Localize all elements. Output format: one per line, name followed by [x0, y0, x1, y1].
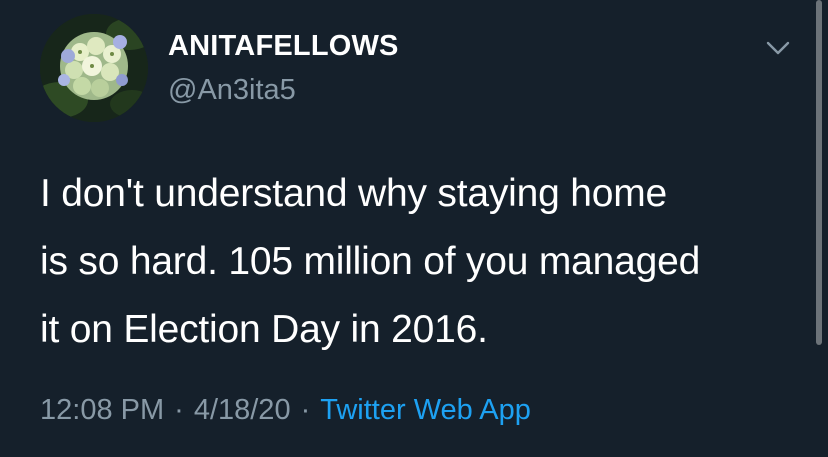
tweet-card: ANITAFELLOWS @An3ita5 I don't understand…: [0, 0, 828, 457]
tweet-date[interactable]: 4/18/20: [194, 394, 291, 426]
meta-separator: ·: [300, 394, 311, 426]
scrollbar[interactable]: [816, 0, 822, 345]
user-handle[interactable]: @An3ita5: [168, 74, 296, 107]
tweet-text-line: is so hard. 105 million of you managed: [40, 240, 701, 283]
tweet-meta: 12:08 PM · 4/18/20 · Twitter Web App: [40, 394, 531, 427]
display-name[interactable]: ANITAFELLOWS: [168, 30, 399, 63]
tweet-time[interactable]: 12:08 PM: [40, 394, 164, 426]
chevron-down-icon[interactable]: [762, 34, 794, 62]
tweet-text-line: it on Election Day in 2016.: [40, 308, 488, 351]
avatar[interactable]: [40, 14, 148, 122]
tweet-text-line: I don't understand why staying home: [40, 172, 667, 215]
tweet-source-link[interactable]: Twitter Web App: [320, 394, 531, 426]
hydrangea-avatar-icon: [40, 14, 148, 122]
meta-separator: ·: [174, 394, 184, 426]
tweet-text: I don't understand why staying home is s…: [40, 160, 810, 364]
